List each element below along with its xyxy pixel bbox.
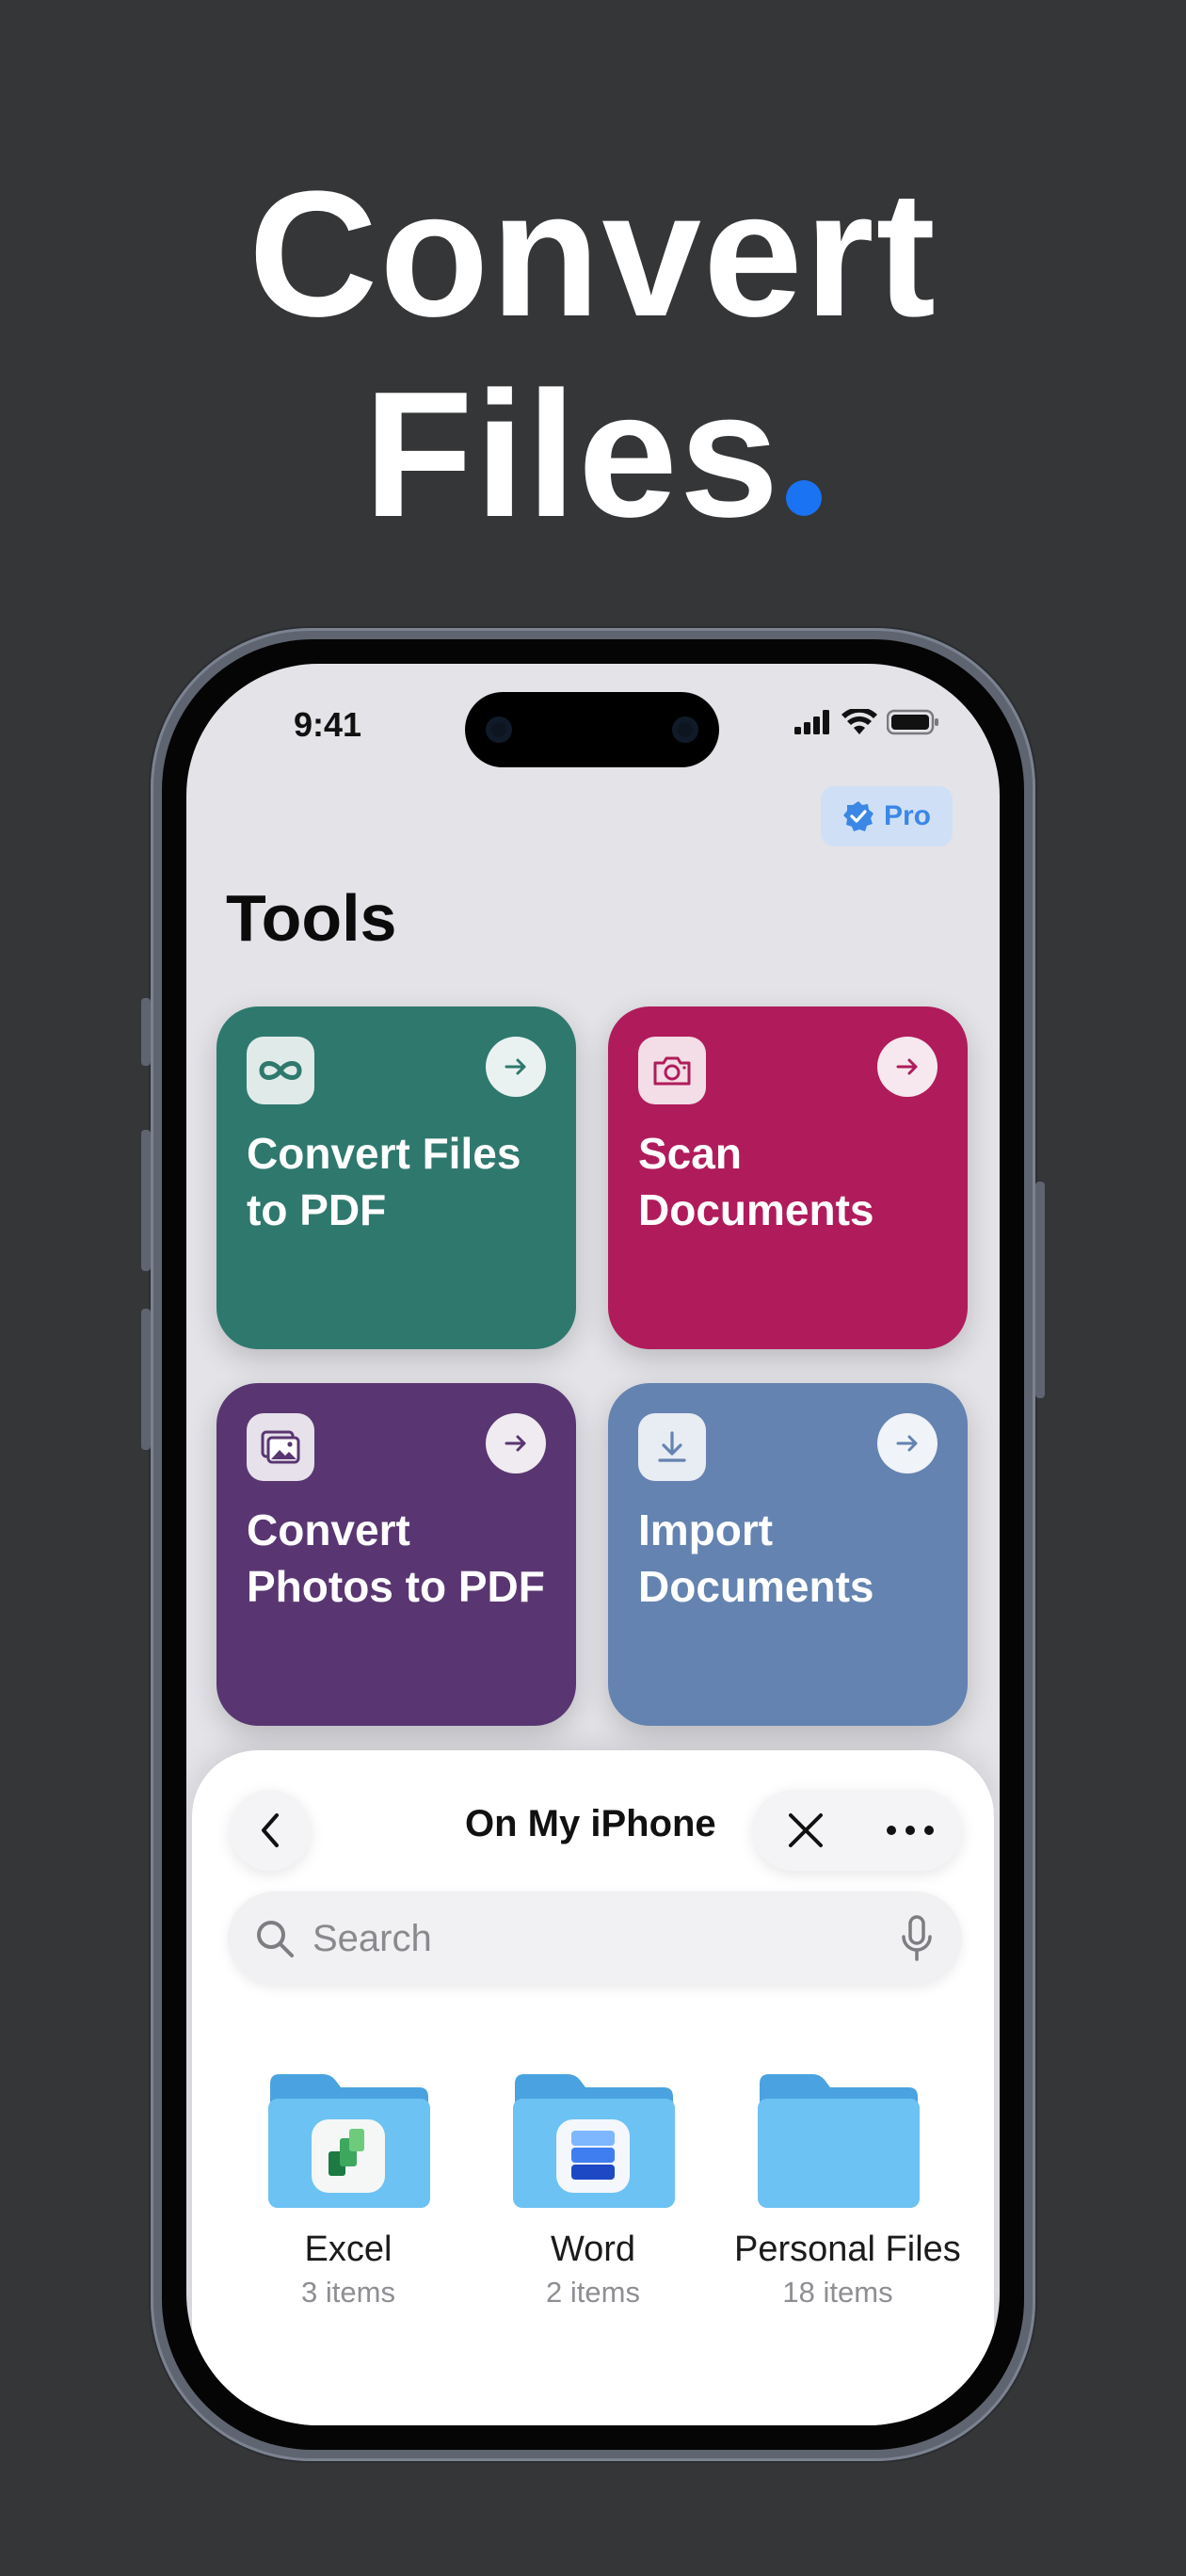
folder-word[interactable]: Word 2 items (489, 2070, 697, 2310)
pro-badge-label: Pro (883, 800, 931, 831)
arrow-right-icon (486, 1413, 546, 1473)
photos-icon (247, 1413, 314, 1481)
close-button[interactable] (753, 1790, 857, 1871)
headline-line-2-text: Files (363, 355, 781, 555)
tool-tile-label: Convert Files to PDF (247, 1129, 521, 1234)
chevron-left-icon (262, 1813, 279, 1847)
status-icons (794, 709, 939, 735)
volume-up-button (141, 1130, 151, 1271)
folder-item-count: 2 items (546, 2276, 640, 2309)
tool-tile-label: Import Documents (638, 1505, 874, 1611)
files-sheet: On My iPhone Search Excel 3 items Word 2… (192, 1750, 994, 2425)
status-time: 9:41 (294, 705, 362, 744)
back-button[interactable] (230, 1790, 311, 1871)
search-icon (257, 1921, 294, 1957)
accent-dot (786, 480, 823, 516)
volume-down-button (141, 1309, 151, 1450)
folder-icon (513, 2074, 675, 2208)
sheet-title: On My iPhone (465, 1803, 716, 1844)
microphone-icon[interactable] (900, 1914, 934, 1963)
page-title: Tools (226, 881, 397, 955)
headline-line-2: Files (0, 356, 1186, 554)
search-input[interactable]: Search (228, 1892, 962, 1986)
battery-icon (887, 709, 938, 735)
search-placeholder: Search (313, 1918, 432, 1959)
arrow-right-icon (877, 1037, 938, 1097)
dynamic-island (465, 692, 719, 767)
signal-icon (794, 710, 829, 734)
tool-tile-convert-photos[interactable]: Convert Photos to PDF (216, 1383, 576, 1726)
tool-tile-import-documents[interactable]: Import Documents (608, 1383, 968, 1726)
phone-screen: 9:41 Pro Tools Convert Files to PDF Scan… (186, 664, 1000, 2425)
sheet-actions-group (753, 1790, 962, 1871)
folder-name: Excel (304, 2230, 393, 2269)
folder-icon (758, 2074, 920, 2208)
pro-badge-button[interactable]: Pro (821, 786, 953, 846)
folder-item-count: 18 items (782, 2276, 893, 2309)
tool-tile-label: Convert Photos to PDF (247, 1505, 545, 1611)
headline-line-1: Convert (248, 154, 938, 354)
folder-excel[interactable]: Excel 3 items (245, 2070, 452, 2310)
arrow-right-icon (486, 1037, 546, 1097)
camera-icon (638, 1037, 706, 1104)
more-button[interactable] (857, 1790, 962, 1871)
word-icon (571, 2131, 615, 2180)
download-icon (638, 1413, 706, 1481)
power-button (1035, 1182, 1045, 1398)
folder-name: Personal Files (734, 2230, 961, 2269)
infinity-icon (247, 1037, 314, 1104)
close-icon (788, 1813, 823, 1847)
camera-left-icon (486, 716, 512, 743)
tool-tile-scan-documents[interactable]: Scan Documents (608, 1006, 968, 1349)
tool-tile-convert-files[interactable]: Convert Files to PDF (216, 1006, 576, 1349)
folder-name: Word (550, 2230, 636, 2269)
camera-right-icon (672, 716, 698, 743)
verified-badge-icon (842, 801, 873, 831)
wifi-icon (841, 709, 877, 734)
folder-item-count: 3 items (301, 2276, 395, 2309)
folder-personal-files[interactable]: Personal Files 18 items (734, 2070, 961, 2310)
tool-tile-label: Scan Documents (638, 1129, 874, 1234)
action-button (141, 998, 151, 1066)
arrow-right-icon (877, 1413, 938, 1473)
folder-icon (268, 2074, 430, 2208)
ellipsis-icon (886, 1826, 934, 1835)
